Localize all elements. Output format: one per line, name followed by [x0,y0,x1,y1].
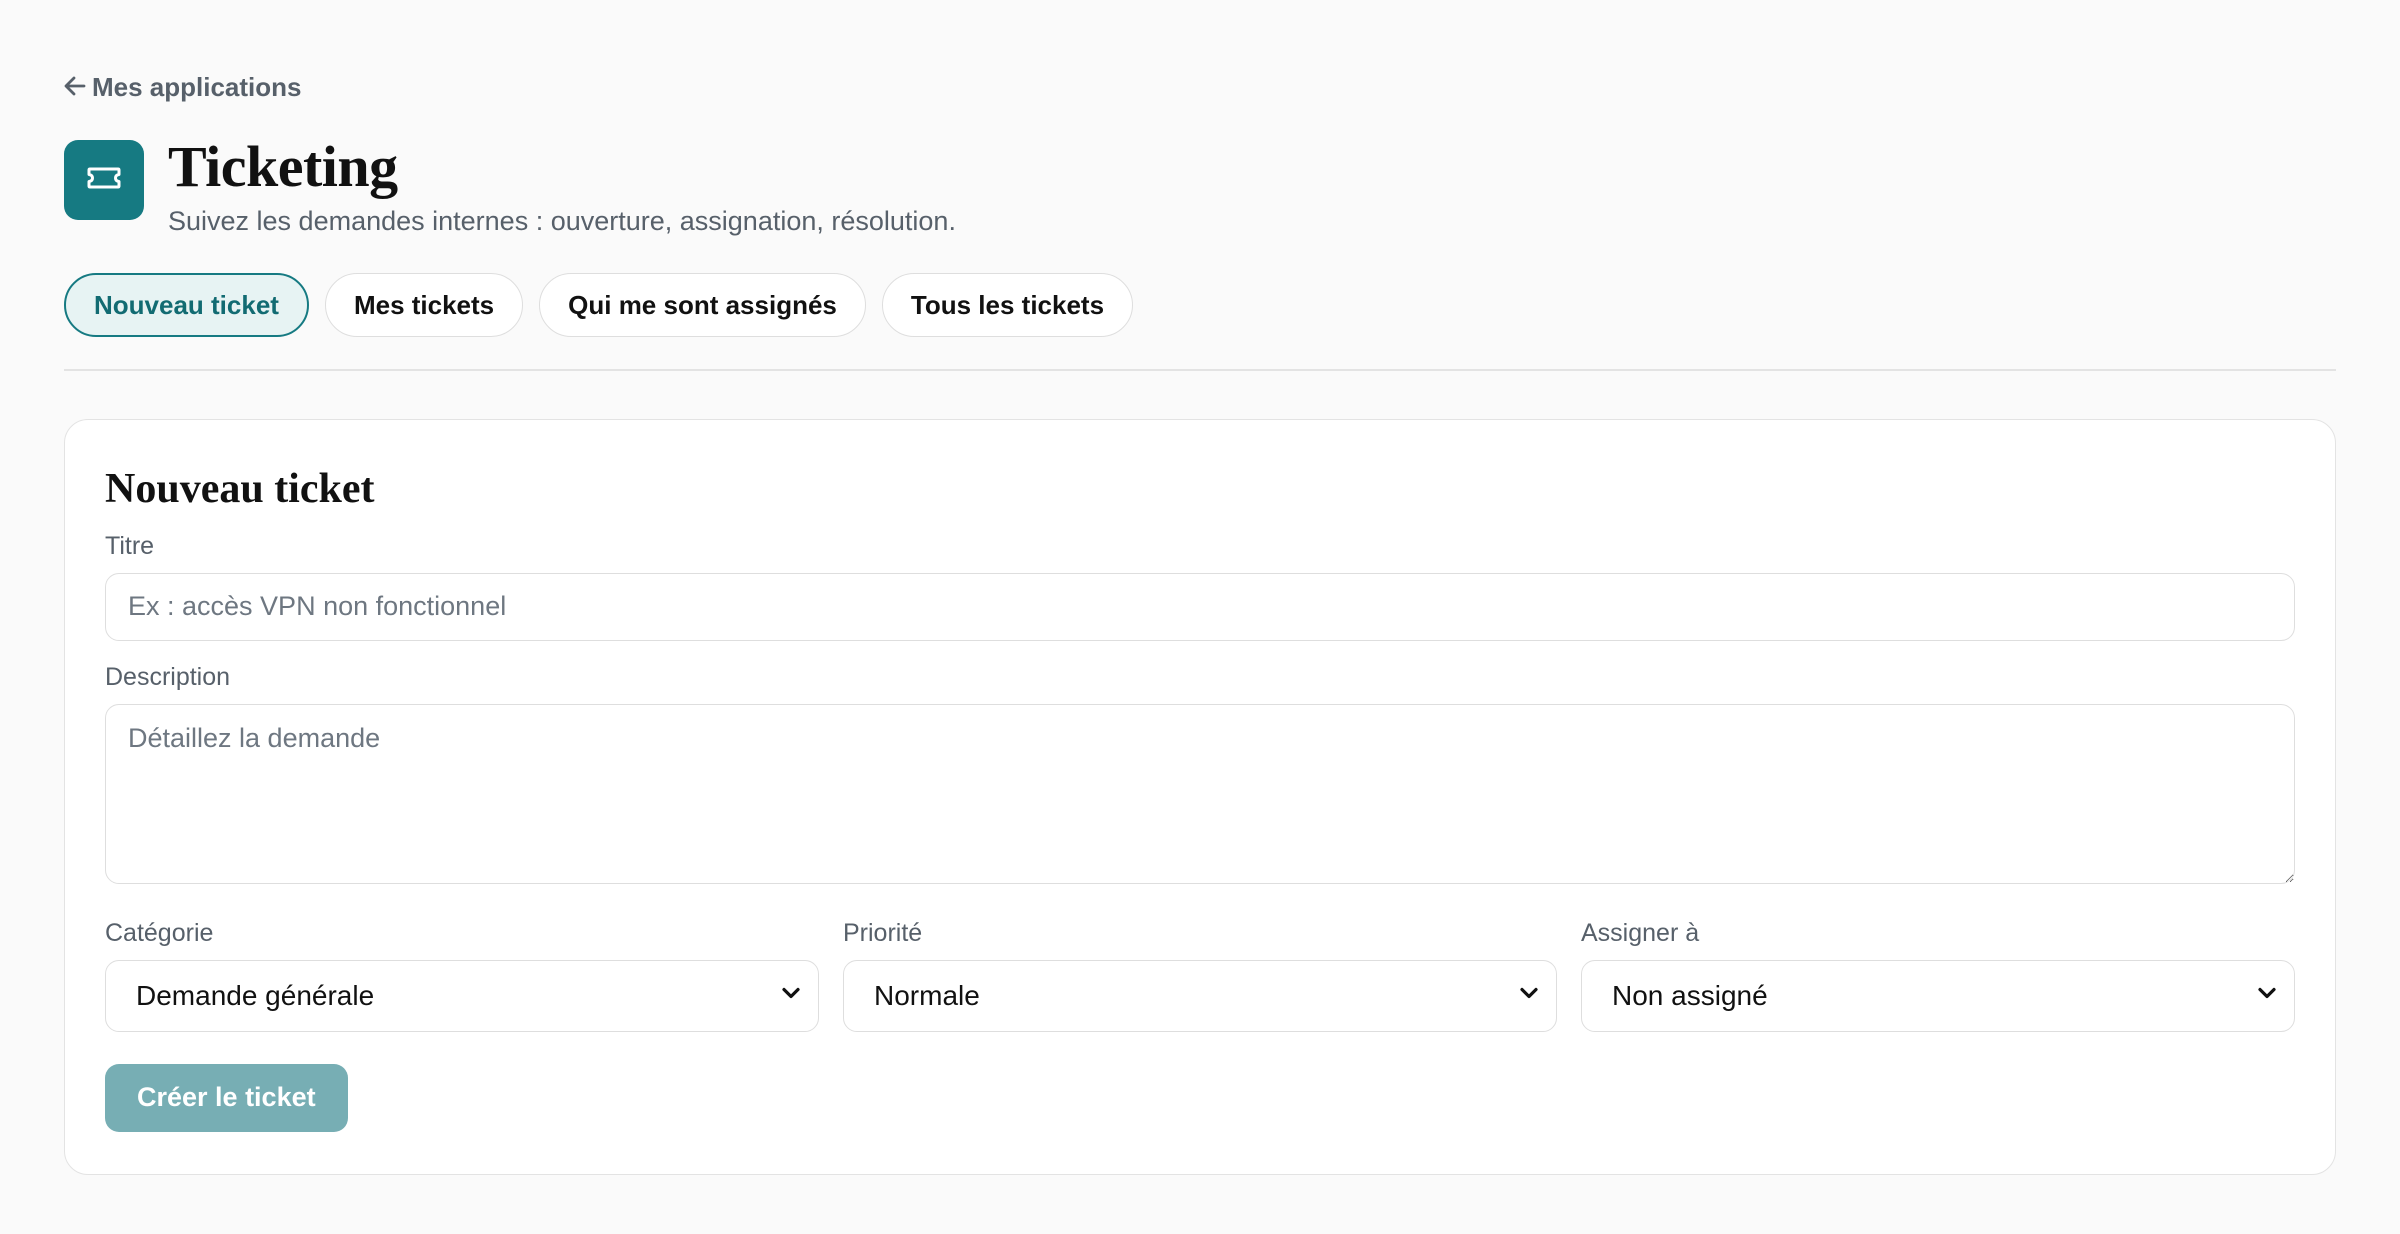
create-ticket-button[interactable]: Créer le ticket [105,1063,348,1132]
tab-tous-les-tickets[interactable]: Tous les tickets [881,273,1134,337]
assignee-label: Assigner à [1581,918,1700,947]
arrow-left-icon [64,74,86,100]
priority-select-wrap: Normale [843,959,1557,1032]
tab-mes-tickets[interactable]: Mes tickets [324,273,524,337]
page-title: Ticketing [168,134,398,199]
category-field-group: Catégorie Demande générale [105,919,819,1032]
category-label: Catégorie [105,918,214,947]
back-link-label: Mes applications [92,71,302,102]
form-title: Nouveau ticket [105,465,375,512]
category-select[interactable]: Demande générale [105,959,819,1032]
tab-qui-me-sont-assignes[interactable]: Qui me sont assignés [539,273,866,337]
back-link[interactable]: Mes applications [64,70,302,104]
description-textarea[interactable] [105,703,2295,884]
title-input[interactable] [105,572,2295,641]
new-ticket-form-card: Nouveau ticket Titre Description Catégor… [64,418,2336,1175]
assignee-field-group: Assigner à Non assigné [1581,919,2295,1032]
category-select-wrap: Demande générale [105,959,819,1032]
divider [64,369,2336,371]
page: Mes applications Ticketing Suivez les de… [0,0,2400,1234]
assignee-select-wrap: Non assigné [1581,959,2295,1032]
tab-bar: Nouveau ticket Mes tickets Qui me sont a… [64,273,2336,337]
priority-select[interactable]: Normale [843,959,1557,1032]
page-subtitle: Suivez les demandes internes : ouverture… [168,206,956,236]
priority-field-group: Priorité Normale [843,919,1557,1032]
app-header: Ticketing Suivez les demandes internes :… [64,136,2336,237]
title-field-group: Titre [105,532,2295,641]
app-titles: Ticketing Suivez les demandes internes :… [168,136,956,237]
description-field-group: Description [105,663,2295,889]
description-field-label: Description [105,662,231,691]
tab-nouveau-ticket[interactable]: Nouveau ticket [64,273,309,337]
assignee-select[interactable]: Non assigné [1581,959,2295,1032]
app-icon-tile [64,140,144,220]
title-field-label: Titre [105,531,155,560]
priority-label: Priorité [843,918,923,947]
ticket-icon [86,166,122,195]
select-row: Catégorie Demande générale Priorité Norm… [105,919,2295,1032]
